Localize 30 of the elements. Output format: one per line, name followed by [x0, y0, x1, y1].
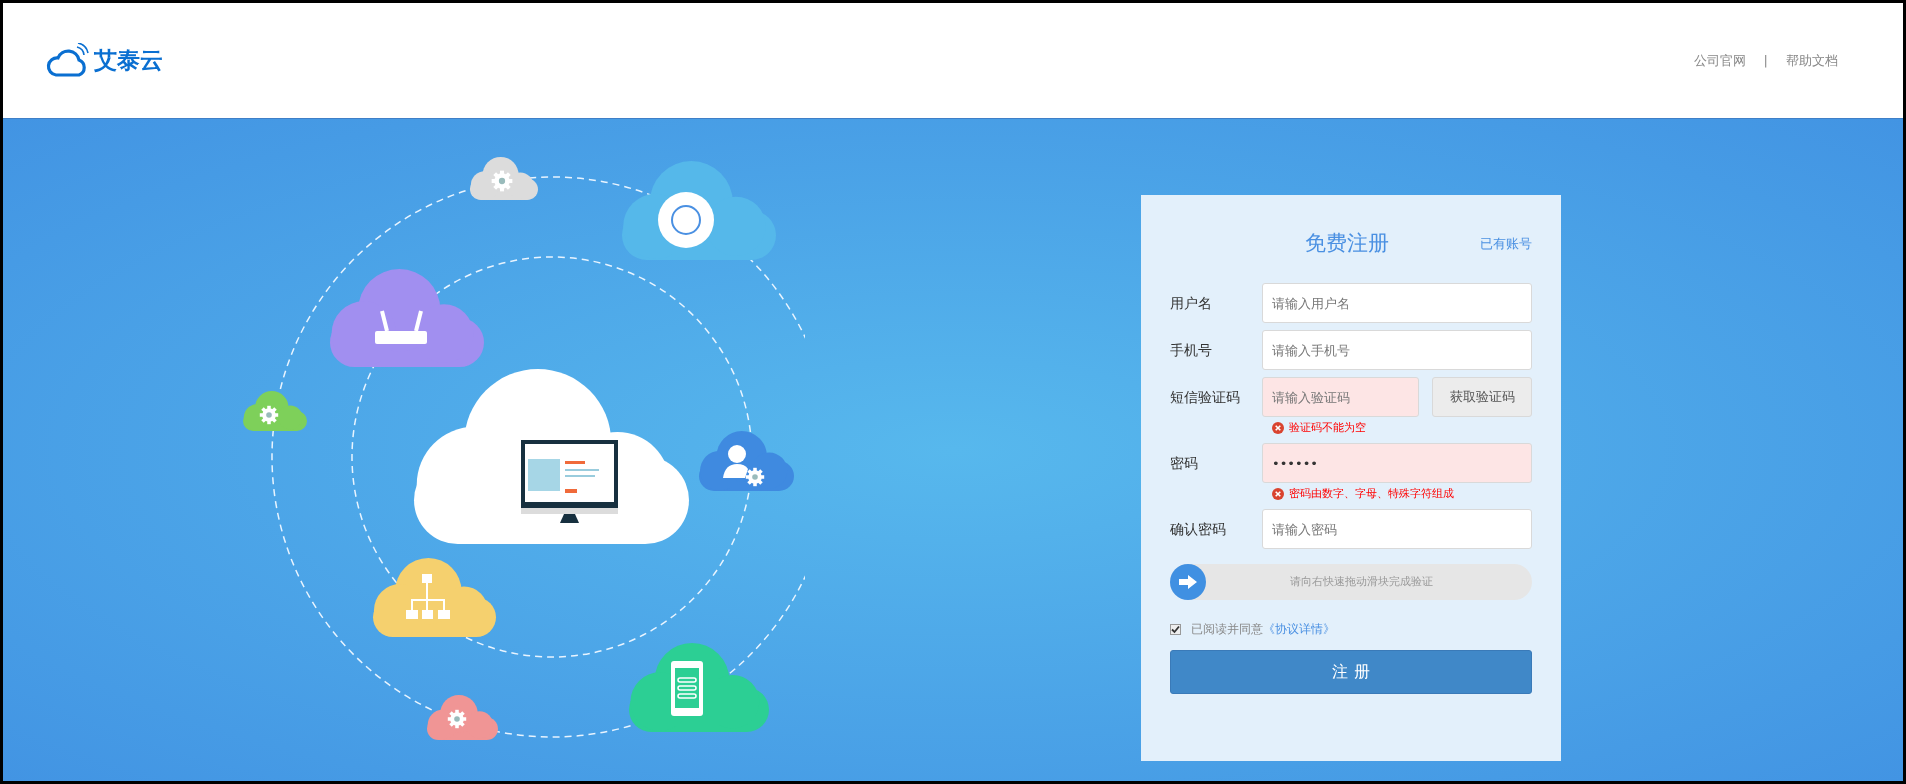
field-label: 密码	[1170, 453, 1199, 473]
code-input[interactable]: 请输入验证码	[1262, 377, 1419, 417]
field-label: 短信验证码	[1170, 387, 1241, 407]
check-icon	[1171, 624, 1180, 634]
nav-separator: |	[1763, 51, 1768, 70]
get-code-button[interactable]: 获取验证码	[1432, 377, 1532, 417]
agree-checkbox[interactable]	[1170, 623, 1181, 635]
logo-text: 艾泰云	[94, 46, 163, 76]
nav-link[interactable]: 公司官网	[1693, 50, 1746, 71]
error-icon	[1272, 488, 1284, 500]
nav-link[interactable]: 帮助文档	[1786, 50, 1838, 71]
text-input[interactable]: 请输入用户名	[1262, 283, 1532, 323]
slider-hint: 请向右快速拖动滑块完成验证	[1289, 573, 1433, 590]
field-label: 用户名	[1170, 293, 1213, 313]
field-label: 确认密码	[1170, 519, 1227, 539]
error-message: 验证码不能为空	[1289, 419, 1366, 436]
agreement-text: 已阅读并同意	[1191, 621, 1263, 638]
password-input[interactable]: ••••••	[1262, 443, 1532, 483]
arrow-right-icon	[1179, 575, 1197, 589]
cloud-logo-icon	[46, 42, 90, 79]
form-title: 免费注册	[1305, 230, 1389, 258]
error-message: 密码由数字、字母、特殊字符组成	[1289, 485, 1454, 502]
error-icon	[1272, 422, 1284, 434]
text-input[interactable]: 请输入密码	[1262, 509, 1532, 549]
agreement-link[interactable]: 《协议详情》	[1263, 620, 1335, 638]
login-link[interactable]: 已有账号	[1480, 234, 1532, 254]
slider-handle[interactable]	[1170, 564, 1206, 600]
register-button[interactable]: 注 册	[1170, 650, 1532, 694]
field-label: 手机号	[1170, 340, 1213, 360]
text-input[interactable]: 请输入手机号	[1262, 330, 1532, 370]
